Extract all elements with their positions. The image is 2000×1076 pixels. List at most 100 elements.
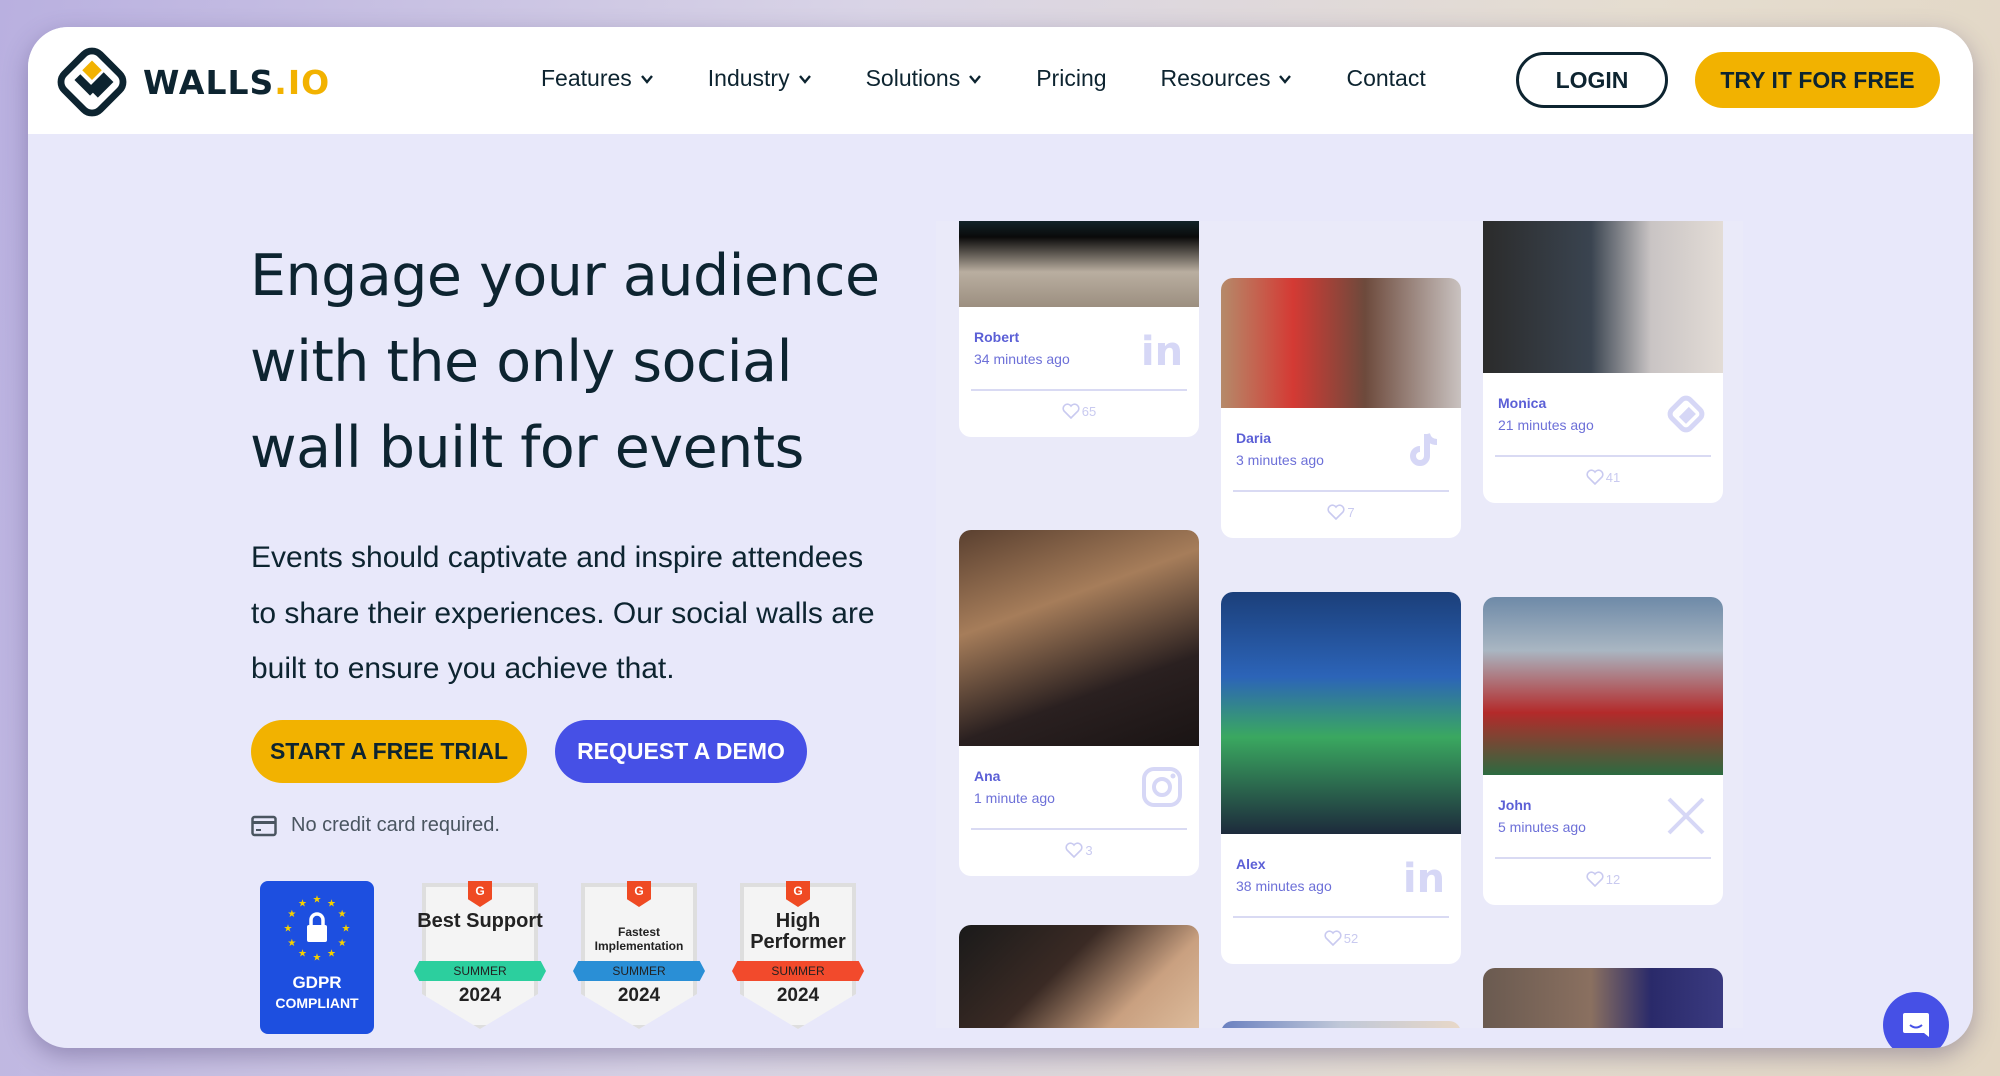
badge-year: 2024 bbox=[776, 985, 820, 1006]
svg-text:in: in bbox=[1141, 329, 1183, 371]
eu-star-icon: ★ bbox=[338, 909, 347, 920]
nav-item-label: Solutions bbox=[865, 65, 961, 91]
wall-post-card-partial bbox=[1483, 968, 1723, 1028]
badge-title: High Performer bbox=[750, 910, 846, 953]
hero-headline: Engage your audience with the only socia… bbox=[250, 233, 930, 491]
post-likes: 3 bbox=[959, 842, 1199, 859]
eu-star-icon: ★ bbox=[298, 898, 307, 909]
tiktok-icon bbox=[1410, 433, 1438, 466]
post-meta: Ana 1 minute ago 3 bbox=[959, 746, 1199, 876]
hero-subtext: Events should captivate and inspire atte… bbox=[251, 530, 931, 697]
post-author: Daria bbox=[1236, 430, 1272, 446]
post-likes: 65 bbox=[959, 403, 1199, 420]
post-time: 1 minute ago bbox=[974, 790, 1055, 806]
badge-season: SUMMER bbox=[573, 961, 705, 981]
post-likes: 12 bbox=[1483, 871, 1723, 888]
chevron-down-icon bbox=[640, 74, 653, 84]
no-credit-card-text: No credit card required. bbox=[291, 814, 500, 836]
login-button[interactable]: LOGIN bbox=[1516, 52, 1668, 108]
wall-post-card-partial bbox=[1221, 1021, 1461, 1028]
like-count: 52 bbox=[1343, 931, 1359, 946]
post-photo bbox=[1483, 221, 1723, 373]
wall-post-card-partial bbox=[959, 925, 1199, 1028]
post-photo bbox=[959, 221, 1199, 307]
post-likes: 52 bbox=[1221, 930, 1461, 947]
nav-item-solutions[interactable]: Solutions bbox=[866, 65, 983, 92]
social-wall-preview: Robert 34 minutes ago in 65 Daria 3 minutes a… bbox=[936, 221, 1743, 1028]
heart-icon bbox=[1586, 871, 1604, 888]
heart-icon bbox=[1324, 930, 1342, 947]
post-divider bbox=[1495, 857, 1711, 859]
eu-star-icon: ★ bbox=[287, 909, 296, 920]
wall-post-card: Ana 1 minute ago 3 bbox=[959, 530, 1199, 876]
like-count: 65 bbox=[1081, 404, 1097, 419]
like-count: 41 bbox=[1605, 470, 1621, 485]
post-photo bbox=[1221, 592, 1461, 834]
subtext-line: Events should captivate and inspire atte… bbox=[251, 541, 864, 574]
badge-year: 2024 bbox=[617, 985, 661, 1006]
like-count: 3 bbox=[1085, 843, 1093, 858]
wall-post-card: Monica 21 minutes ago 41 bbox=[1483, 221, 1723, 503]
x-icon bbox=[1667, 797, 1705, 835]
heart-icon bbox=[1586, 469, 1604, 486]
brand-logo[interactable]: WALLS.IO bbox=[53, 43, 330, 121]
nav-item-label: Contact bbox=[1346, 65, 1426, 91]
post-meta: John 5 minutes ago 12 bbox=[1483, 775, 1723, 905]
chevron-down-icon bbox=[969, 74, 982, 84]
wall-post-card: Daria 3 minutes ago 7 bbox=[1221, 278, 1461, 538]
eu-star-icon: ★ bbox=[313, 953, 322, 964]
post-photo bbox=[1483, 597, 1723, 775]
post-meta: Robert 34 minutes ago in 65 bbox=[959, 307, 1199, 437]
badge-year: 2024 bbox=[458, 985, 502, 1006]
wallsio-icon bbox=[1667, 395, 1705, 433]
post-meta: Alex 38 minutes ago in 52 bbox=[1221, 834, 1461, 964]
g2-badge: G Best Support SUMMER 2024 bbox=[414, 881, 546, 1031]
try-free-button[interactable]: TRY IT FOR FREE bbox=[1695, 52, 1940, 108]
wall-post-card: Alex 38 minutes ago in 52 bbox=[1221, 592, 1461, 964]
eu-star-icon: ★ bbox=[338, 938, 347, 949]
nav-item-contact[interactable]: Contact bbox=[1346, 65, 1425, 92]
badge-title: Fastest Implementation bbox=[594, 925, 684, 953]
badge-season: SUMMER bbox=[732, 961, 864, 981]
gdpr-label: GDPR bbox=[292, 973, 342, 992]
eu-star-icon: ★ bbox=[313, 895, 322, 906]
credit-card-icon bbox=[251, 815, 277, 836]
headline-line: with the only social bbox=[250, 329, 792, 395]
wall-post-card: Robert 34 minutes ago in 65 bbox=[959, 221, 1199, 437]
nav-item-industry[interactable]: Industry bbox=[708, 65, 812, 92]
start-free-trial-button[interactable]: START A FREE TRIAL bbox=[251, 720, 527, 783]
eu-lock-icon: ★ ★★★★★★★★★★★ bbox=[284, 895, 351, 964]
post-divider bbox=[971, 828, 1187, 830]
nav-item-pricing[interactable]: Pricing bbox=[1036, 65, 1106, 92]
post-divider bbox=[971, 389, 1187, 391]
chat-button[interactable] bbox=[1883, 992, 1949, 1048]
brand-name: WALLS.IO bbox=[143, 62, 331, 102]
g2-badges: G Best Support SUMMER 2024 G Fastest Implemen… bbox=[374, 881, 864, 1031]
heart-icon bbox=[1327, 504, 1345, 521]
nav-item-features[interactable]: Features bbox=[541, 65, 654, 92]
main-nav: Features Industry Solutions Pricing Resource… bbox=[541, 65, 1480, 92]
eu-star-icon: ★ bbox=[327, 949, 336, 960]
post-time: 5 minutes ago bbox=[1498, 819, 1586, 835]
request-demo-button[interactable]: REQUEST A DEMO bbox=[555, 720, 807, 783]
post-author: Monica bbox=[1498, 395, 1547, 411]
eu-star-icon: ★ bbox=[298, 949, 307, 960]
headline-line: Engage your audience bbox=[250, 243, 880, 309]
post-divider bbox=[1233, 490, 1449, 492]
nav-item-resources[interactable]: Resources bbox=[1161, 65, 1293, 92]
post-time: 21 minutes ago bbox=[1498, 417, 1594, 433]
post-time: 34 minutes ago bbox=[974, 351, 1070, 367]
post-time: 3 minutes ago bbox=[1236, 452, 1324, 468]
site-header: WALLS.IO Features Industry Solutions Pricin… bbox=[28, 27, 1973, 134]
like-count: 12 bbox=[1605, 872, 1621, 887]
nav-item-label: Resources bbox=[1160, 65, 1271, 91]
post-meta: Monica 21 minutes ago 41 bbox=[1483, 373, 1723, 503]
g2-badge: G High Performer SUMMER 2024 bbox=[732, 881, 864, 1031]
gdpr-sublabel: COMPLIANT bbox=[275, 995, 359, 1011]
post-author: Robert bbox=[974, 329, 1020, 345]
chat-icon bbox=[1903, 1013, 1929, 1037]
badge-season: SUMMER bbox=[414, 961, 546, 981]
subtext-line: to share their experiences. Our social w… bbox=[251, 596, 875, 630]
instagram-icon bbox=[1142, 767, 1182, 807]
nav-item-label: Industry bbox=[707, 65, 790, 91]
